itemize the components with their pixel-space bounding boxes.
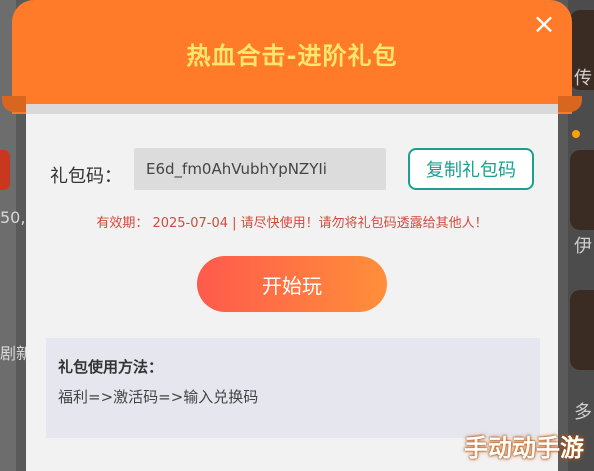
close-button[interactable]: × bbox=[530, 10, 558, 38]
body-top-strip bbox=[26, 104, 558, 114]
background-right-thumbnail bbox=[570, 150, 594, 230]
gift-code-field[interactable] bbox=[134, 148, 386, 190]
modal-header: 热血合击-进阶礼包 × bbox=[12, 0, 572, 104]
gift-code-modal: 热血合击-进阶礼包 × 礼包码： 复制礼包码 有效期： 2025-07-04 |… bbox=[2, 0, 582, 471]
background-left-accent bbox=[0, 150, 10, 190]
background-right-text: 多 bbox=[574, 402, 592, 423]
background-right-dot bbox=[572, 130, 580, 138]
background-right-text: 传 bbox=[574, 68, 592, 89]
copy-code-button[interactable]: 复制礼包码 bbox=[408, 148, 534, 190]
expiry-notice: 有效期： 2025-07-04 | 请尽快使用！请勿将礼包码透露给其他人！ bbox=[96, 216, 488, 231]
usage-instructions-box: 礼包使用方法： 福利=>激活码=>输入兑换码 bbox=[46, 338, 540, 438]
watermark-logo: 手动动手游 bbox=[464, 434, 584, 462]
background-right-thumbnail bbox=[570, 290, 594, 370]
background-right-text: 伊 bbox=[574, 236, 592, 257]
gift-code-label: 礼包码： bbox=[50, 166, 122, 187]
start-play-button[interactable]: 开始玩 bbox=[197, 256, 387, 312]
usage-steps: 福利=>激活码=>输入兑换码 bbox=[58, 388, 259, 406]
usage-title: 礼包使用方法： bbox=[58, 358, 164, 376]
modal-title: 热血合击-进阶礼包 bbox=[186, 42, 398, 70]
